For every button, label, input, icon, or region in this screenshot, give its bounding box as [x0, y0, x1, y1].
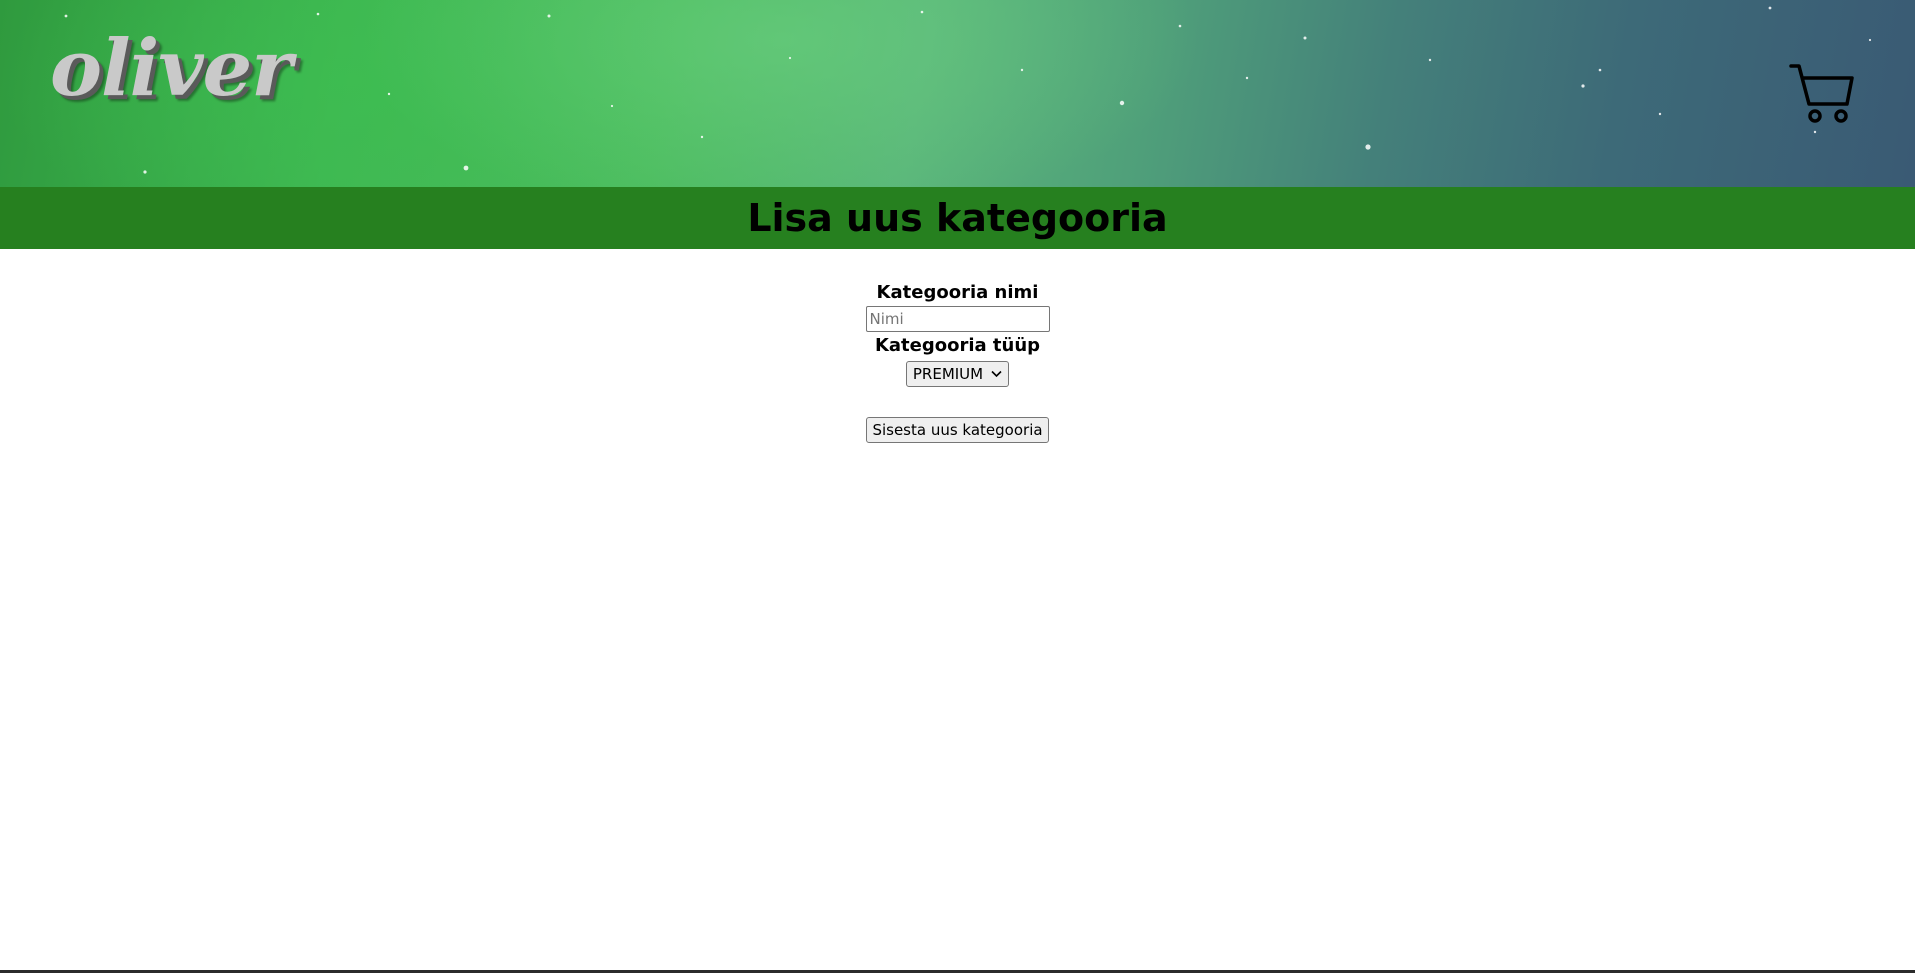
category-name-input[interactable] [865, 306, 1050, 332]
category-type-select[interactable]: PREMIUM [905, 361, 1010, 387]
page-title: Lisa uus kategooria [747, 196, 1168, 240]
shopping-cart-icon[interactable] [1789, 62, 1855, 124]
site-logo[interactable]: oliver [50, 30, 292, 108]
add-category-form: Kategooria nimi Kategooria tüüp PREMIUM … [0, 249, 1915, 443]
submit-category-button[interactable]: Sisesta uus kategooria [866, 417, 1049, 443]
category-type-selected-value: PREMIUM [912, 365, 984, 383]
header-banner: oliver [0, 0, 1915, 187]
category-name-label: Kategooria nimi [876, 282, 1039, 303]
chevron-down-icon [991, 368, 1002, 381]
page-title-bar: Lisa uus kategooria [0, 187, 1915, 249]
category-type-label: Kategooria tüüp [874, 335, 1041, 356]
